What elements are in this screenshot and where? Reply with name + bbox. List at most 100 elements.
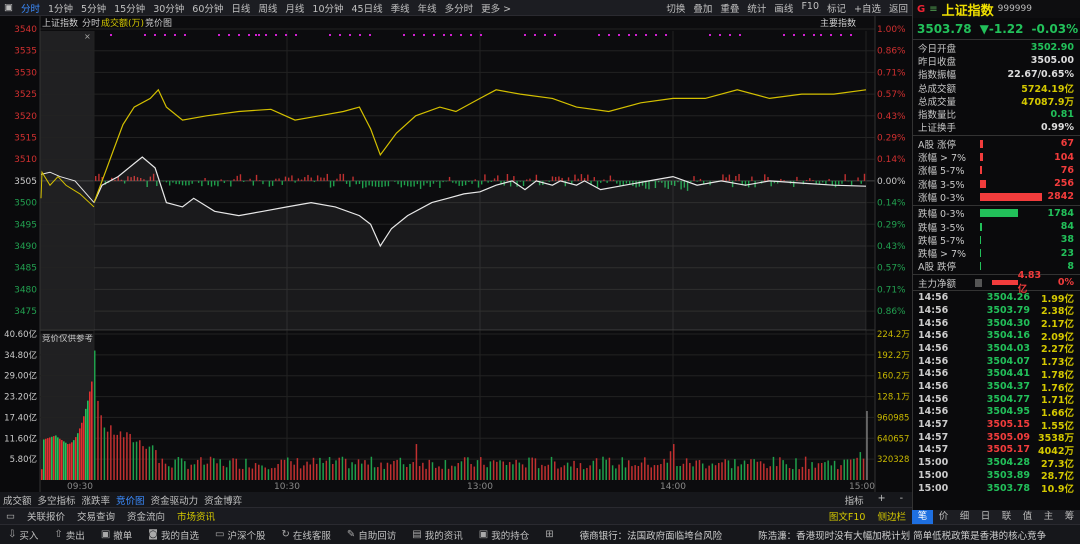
signal-dot [645, 34, 647, 36]
period-tab[interactable]: 日线 [227, 1, 254, 15]
toolbar-action[interactable]: 叠加 [689, 1, 716, 15]
period-tab[interactable]: 季线 [387, 1, 414, 15]
strength-bar [403, 180, 406, 186]
close-icon[interactable]: × [84, 32, 91, 41]
stat-row: 总成交额 5724.19亿 [913, 81, 1080, 95]
toolbar-action[interactable]: 标记 [823, 1, 850, 15]
signal-dot [729, 34, 731, 36]
menu-icon[interactable]: ▣ [0, 2, 17, 13]
right-tab[interactable]: 值 [1017, 510, 1038, 524]
right-tab[interactable]: 细 [954, 510, 975, 524]
right-tab[interactable]: 笔 [912, 510, 933, 524]
news-item[interactable]: 德商银行：法国政府面临垮台风险 [562, 528, 741, 542]
index-name: 上证指数 [941, 3, 994, 19]
strength-bar [751, 176, 753, 181]
strength-bar [397, 180, 399, 185]
right-tab[interactable]: 主 [1038, 510, 1059, 524]
indicator-control[interactable]: + [875, 493, 889, 507]
period-tab[interactable]: 多分时 [441, 1, 478, 15]
bottom-button[interactable]: ⇧ 卖出 [46, 528, 92, 542]
strength-bar [722, 174, 724, 181]
chart-tab[interactable]: 成交额(万) [101, 17, 144, 29]
period-tab[interactable]: 60分钟 [188, 1, 227, 15]
stat-label: 指数量比 [918, 110, 957, 122]
volume-bar [782, 460, 784, 480]
indicator-tab[interactable]: 资金博弈 [201, 493, 245, 507]
period-tab[interactable]: 年线 [414, 1, 441, 15]
info-tab[interactable]: 交易查询 [71, 509, 121, 523]
info-tab[interactable]: 关联报价 [21, 509, 71, 523]
period-tab[interactable]: 5分钟 [77, 1, 110, 15]
bottom-button[interactable]: ▭ 沪深个股 [207, 528, 273, 542]
toolbar-action[interactable]: 统计 [743, 1, 770, 15]
period-tab[interactable]: 10分钟 [308, 1, 347, 15]
tick-row: 14:56 3504.26 1.99亿 [913, 291, 1080, 305]
stat-row: 总成交量 47087.9万 [913, 94, 1080, 108]
bottom-button[interactable]: ▣ 撤单 [93, 528, 140, 542]
volume-bar [254, 463, 257, 480]
volume-bar [811, 462, 813, 480]
indicator-control[interactable]: 指标 [842, 493, 867, 507]
bottom-button[interactable]: ↻ 在线客服 [273, 528, 338, 542]
volume-bar [772, 456, 775, 480]
right-tab[interactable]: 价 [933, 510, 954, 524]
period-tab[interactable]: 45日线 [348, 1, 387, 15]
signal-dot [820, 34, 822, 36]
tick-list[interactable]: 14:56 3504.26 1.99亿 14:56 3503.79 2.38亿 14:56 3… [913, 291, 1080, 495]
indicator-tab[interactable]: 涨跌率 [79, 493, 114, 507]
intraday-chart[interactable]: 3540 1.00% 3535 0.86% 3530 0.71% 3525 0.57% 3520… [0, 16, 912, 492]
info-tab[interactable]: 市场资讯 [171, 509, 221, 523]
collapse-icon[interactable]: ▭ [0, 511, 21, 522]
info-control[interactable]: 图文F10 [823, 509, 872, 523]
bottom-button[interactable]: ◙ 我的自选 [140, 528, 207, 542]
price-tick: 3480 [14, 285, 37, 295]
period-tab[interactable]: 1分钟 [44, 1, 77, 15]
right-tab[interactable]: 联 [996, 510, 1017, 524]
period-tab[interactable]: 月线 [281, 1, 308, 15]
toolbar-action[interactable]: 返回 [885, 1, 912, 15]
period-tab[interactable]: 15分钟 [110, 1, 149, 15]
toolbar-action[interactable]: 画线 [770, 1, 797, 15]
right-tab[interactable]: 日 [975, 510, 996, 524]
bottom-button[interactable]: ⇩ 买入 [0, 528, 46, 542]
period-tab[interactable]: 周线 [254, 1, 281, 15]
volume-bar [550, 456, 553, 480]
toolbar-action[interactable]: +自选 [850, 1, 885, 15]
volume-bar [380, 462, 382, 480]
bottom-button[interactable]: ✎ 自助回访 [339, 528, 404, 542]
strength-bar [783, 179, 785, 181]
chart-tab[interactable]: 竞价图 [145, 17, 172, 29]
indicator-tab[interactable]: 成交额 [0, 493, 35, 507]
indicator-control[interactable]: - [897, 493, 906, 507]
bottom-button[interactable]: ▣ 我的持仓 [471, 528, 537, 542]
strength-bar [699, 178, 702, 181]
volume-bar [653, 465, 656, 480]
strength-bar [587, 174, 589, 181]
bottom-button[interactable]: ▤ 我的资讯 [404, 528, 470, 542]
period-tab[interactable]: 分时 [17, 1, 44, 15]
volume-bar [351, 462, 353, 480]
toolbar-action[interactable]: F10 [797, 1, 823, 15]
volume-bar [547, 464, 550, 480]
volume-bar [476, 460, 479, 480]
toolbar-action[interactable]: 切换 [662, 1, 689, 15]
indicator-tab[interactable]: 资金驱动力 [148, 493, 202, 507]
right-tab[interactable]: 筹 [1059, 510, 1080, 524]
volume-bar [808, 468, 810, 480]
stat-label: 总成交额 [918, 83, 957, 95]
info-tab[interactable]: 资金流向 [121, 509, 171, 523]
period-tab[interactable]: 30分钟 [149, 1, 188, 15]
add-icon[interactable]: ⊞ [537, 529, 561, 540]
toggle-icon[interactable] [974, 278, 983, 287]
chart-tab[interactable]: 分时 [82, 17, 100, 29]
news-item[interactable]: 住建部：推进 [1064, 528, 1080, 542]
indicator-tab[interactable]: 竞价图 [113, 493, 148, 507]
indicator-tab[interactable]: 多空指标 [35, 493, 79, 507]
menu-icon[interactable]: ≡ [929, 4, 937, 15]
info-control[interactable]: 侧边栏 [871, 509, 912, 523]
main-index-button[interactable]: 主要指数 [820, 17, 856, 29]
toolbar-action[interactable]: 重叠 [716, 1, 743, 15]
news-item[interactable]: 陈浩濂：香港现时没有大幅加税计划 简单低税政策是香港的核心竞争 [740, 528, 1064, 542]
strength-bar [696, 180, 698, 182]
period-tab[interactable]: 更多 > [477, 1, 515, 15]
